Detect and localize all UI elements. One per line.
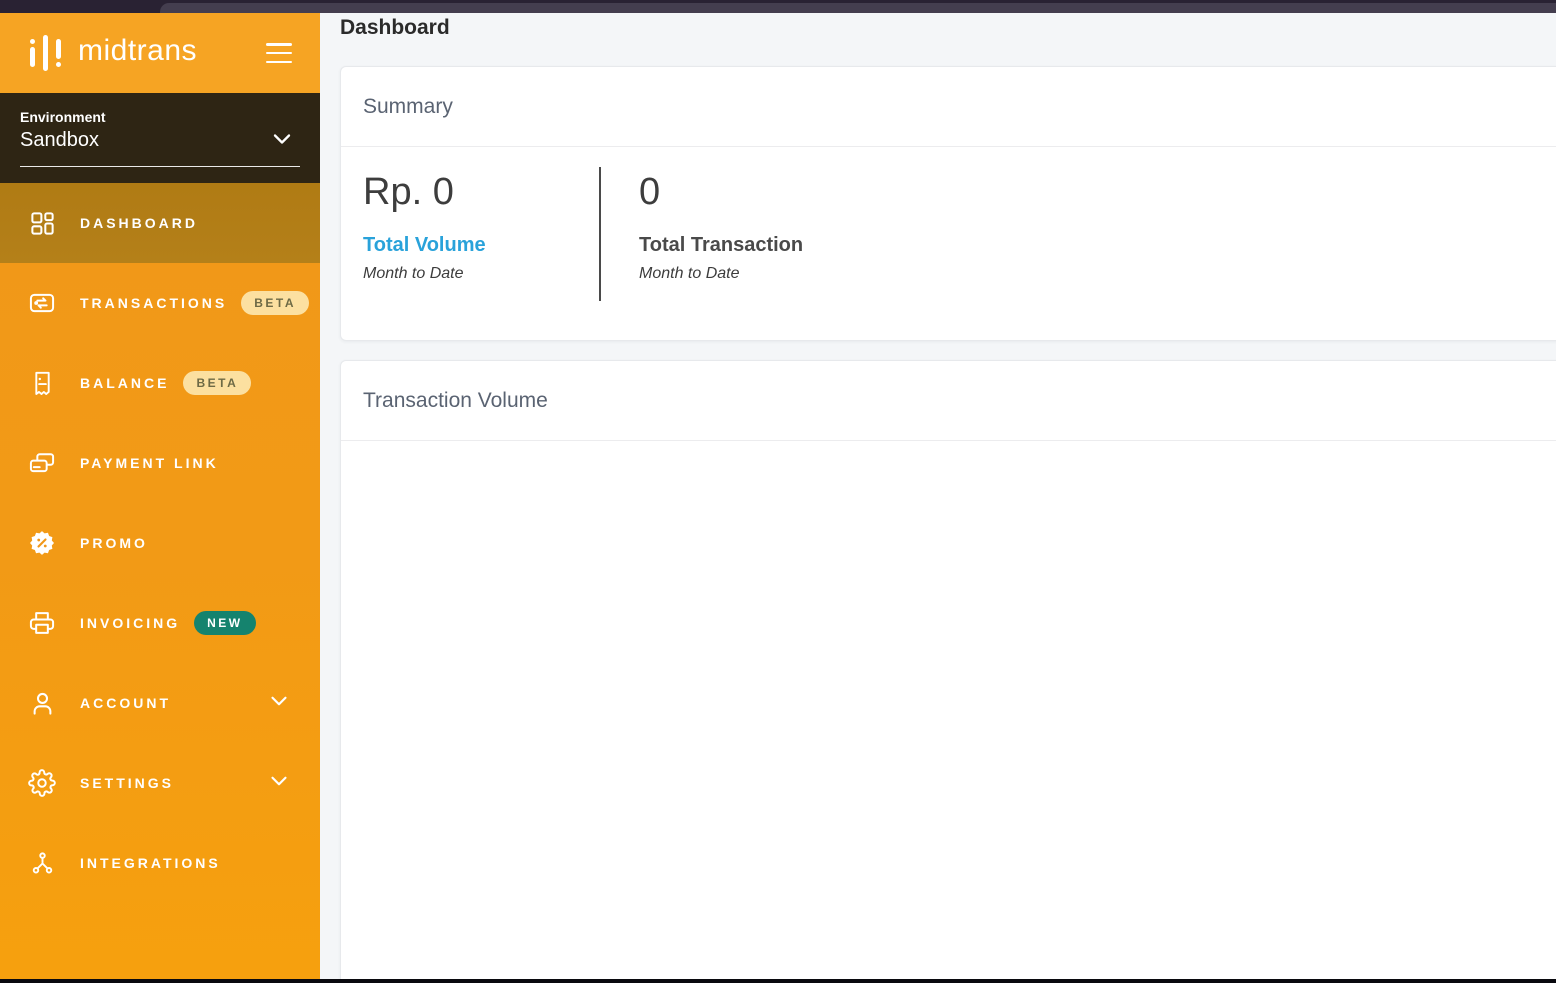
sidebar-header: midtrans <box>0 13 320 93</box>
sidebar-item-label: DASHBOARD <box>80 215 198 231</box>
summary-card-header: Summary <box>341 67 1556 147</box>
beta-badge: BETA <box>241 291 309 315</box>
total-transaction-label: Total Transaction <box>639 234 803 257</box>
sidebar-item-label: PROMO <box>80 535 148 551</box>
sidebar-item-label: TRANSACTIONS <box>80 295 227 311</box>
promo-icon <box>28 529 56 557</box>
sidebar-item-promo[interactable]: PROMO <box>0 503 320 583</box>
total-volume-value: Rp. 0 <box>363 171 486 214</box>
sidebar-item-account[interactable]: ACCOUNT <box>0 663 320 743</box>
invoicing-icon <box>28 609 56 637</box>
transaction-volume-chart: 0.0 14/09 15/09 16/09 17/09 18/09 19/09 <box>341 441 1556 983</box>
settings-icon <box>28 769 56 797</box>
midtrans-logo[interactable]: midtrans <box>28 31 197 75</box>
sidebar-item-dashboard[interactable]: DASHBOARD <box>0 183 320 263</box>
midtrans-logo-icon <box>28 31 66 75</box>
sidebar-item-label: SETTINGS <box>80 775 174 791</box>
sidebar-item-label: PAYMENT LINK <box>80 455 219 471</box>
total-transaction-value: 0 <box>639 171 803 214</box>
sidebar-item-label: INTEGRATIONS <box>80 855 221 871</box>
dashboard-icon <box>28 209 56 237</box>
browser-tab <box>160 3 1556 13</box>
sidebar-item-invoicing[interactable]: INVOICING NEW <box>0 583 320 663</box>
beta-badge: BETA <box>183 371 251 395</box>
transaction-volume-card: Transaction Volume 0.0 14/09 15/09 16/09… <box>340 360 1556 983</box>
balance-icon <box>28 369 56 397</box>
environment-value: Sandbox <box>20 129 300 152</box>
environment-underline <box>20 166 300 167</box>
summary-body: Rp. 0 Total Volume Month to Date 0 Total… <box>341 147 1556 341</box>
sidebar-nav: DASHBOARD TRANSACTIONS BETA <box>0 183 320 903</box>
main-content: Dashboard Summary Rp. 0 Total Volume Mon… <box>320 13 1556 979</box>
page-title: Dashboard <box>340 16 450 40</box>
menu-icon[interactable] <box>266 43 292 63</box>
chevron-down-icon <box>266 768 292 799</box>
sidebar-item-payment-link[interactable]: PAYMENT LINK <box>0 423 320 503</box>
payment-link-icon <box>28 449 56 477</box>
sidebar-item-label: BALANCE <box>80 375 169 391</box>
total-transaction-period: Month to Date <box>639 265 803 283</box>
total-transaction-metric: 0 Total Transaction Month to Date <box>639 147 803 283</box>
summary-card-title: Summary <box>363 95 453 119</box>
sidebar-item-transactions[interactable]: TRANSACTIONS BETA <box>0 263 320 343</box>
sidebar: midtrans Environment Sandbox <box>0 13 320 979</box>
sidebar-item-settings[interactable]: SETTINGS <box>0 743 320 823</box>
integrations-icon <box>28 849 56 877</box>
transaction-volume-card-header: Transaction Volume <box>341 361 1556 441</box>
total-volume-metric: Rp. 0 Total Volume Month to Date <box>363 147 486 283</box>
environment-selector[interactable]: Environment Sandbox <box>0 93 320 183</box>
total-volume-link[interactable]: Total Volume <box>363 234 486 257</box>
sidebar-item-balance[interactable]: BALANCE BETA <box>0 343 320 423</box>
transactions-icon <box>28 289 56 317</box>
browser-top-bar <box>0 0 1556 13</box>
sidebar-item-label: ACCOUNT <box>80 695 171 711</box>
environment-label: Environment <box>20 109 300 125</box>
chevron-down-icon <box>266 688 292 719</box>
window-bottom-edge <box>0 979 1556 983</box>
account-icon <box>28 689 56 717</box>
chevron-down-icon <box>268 125 296 158</box>
summary-card: Summary Rp. 0 Total Volume Month to Date… <box>340 66 1556 341</box>
total-volume-period: Month to Date <box>363 265 486 283</box>
brand-name: midtrans <box>78 34 197 68</box>
new-badge: NEW <box>194 611 256 635</box>
sidebar-item-integrations[interactable]: INTEGRATIONS <box>0 823 320 903</box>
midtrans-dashboard-window: midtrans Environment Sandbox <box>0 0 1556 983</box>
transaction-volume-card-title: Transaction Volume <box>363 389 548 413</box>
sidebar-item-label: INVOICING <box>80 615 180 631</box>
metric-divider <box>599 167 601 301</box>
